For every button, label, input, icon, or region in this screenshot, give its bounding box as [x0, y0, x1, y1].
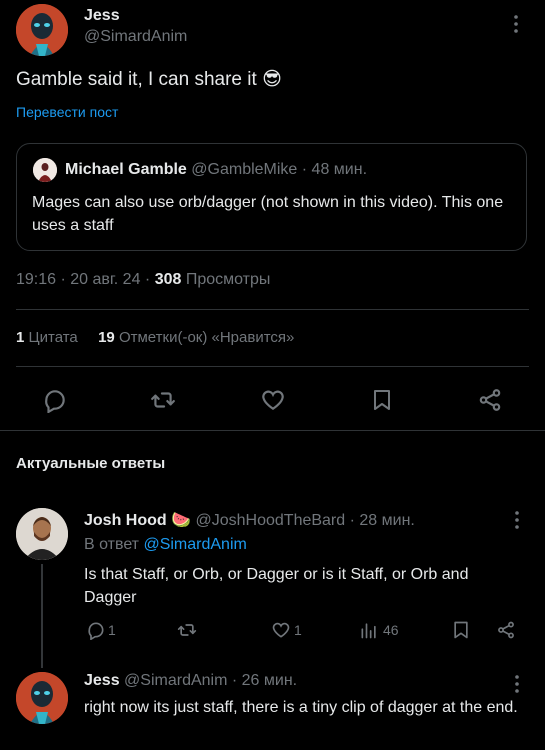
- reply-author-handle[interactable]: @JoshHoodTheBard: [196, 512, 346, 529]
- divider: [16, 366, 529, 367]
- quoted-post-header: Michael Gamble @GambleMike · 48 мин.: [65, 161, 367, 179]
- likes-label: Отметки(-ок) «Нравится»: [114, 329, 295, 346]
- avatar-jess[interactable]: [16, 4, 68, 56]
- views-chart-icon: [361, 623, 376, 639]
- views-count: 308: [154, 271, 182, 288]
- reply-icon: [88, 622, 104, 640]
- post-author-name[interactable]: Jess: [84, 7, 120, 25]
- reply-more-options-icon[interactable]: [513, 510, 521, 530]
- reply-time: · 28 мин.: [349, 512, 415, 529]
- reply-time: · 26 мин.: [231, 672, 298, 689]
- reply-header: Jess @SimardAnim · 26 мин.: [84, 672, 297, 690]
- repost-icon[interactable]: [149, 387, 177, 413]
- reply-more-options-icon[interactable]: [513, 674, 521, 694]
- replying-to: В ответ @SimardAnim: [84, 536, 247, 554]
- post-stats: 1 Цитата 19 Отметки(-ок) «Нравится»: [16, 329, 294, 346]
- relevant-replies-title: Актуальные ответы: [16, 455, 166, 472]
- replying-to-handle[interactable]: @SimardAnim: [143, 536, 246, 553]
- reply-likes-count: 1: [294, 622, 302, 638]
- thread-line: [41, 564, 43, 668]
- avatar-josh-hood[interactable]: [16, 508, 68, 560]
- share-icon: [498, 621, 514, 639]
- reply-author-name[interactable]: Josh Hood: [84, 512, 167, 529]
- quotes-stat[interactable]: 1 Цитата: [16, 329, 78, 346]
- quoted-author-handle[interactable]: @GambleMike: [191, 161, 297, 178]
- reply-header: Josh Hood 🍉 @JoshHoodTheBard · 28 мин.: [84, 510, 415, 530]
- reply-text: right now its just staff, there is a tin…: [84, 699, 518, 716]
- reply-views-count: 46: [383, 622, 399, 638]
- reply-action-like[interactable]: 1: [270, 620, 302, 640]
- reply-text: Is that Staff, or Orb, or Dagger or is i…: [84, 566, 469, 606]
- share-icon[interactable]: [477, 387, 503, 413]
- replying-to-label: В ответ: [84, 536, 144, 553]
- divider: [0, 430, 545, 431]
- quoted-time: · 48 мин.: [301, 161, 368, 178]
- like-icon[interactable]: [259, 387, 287, 413]
- translate-post-link[interactable]: Перевести пост: [16, 104, 118, 120]
- bookmark-icon[interactable]: [370, 387, 394, 413]
- avatar-jess[interactable]: [16, 672, 68, 724]
- reply-replies-count: 1: [108, 622, 116, 638]
- reply-action-share[interactable]: [496, 620, 516, 645]
- post-text-content: Gamble said it, I can share it: [16, 69, 257, 90]
- avatar-michael-gamble[interactable]: [33, 158, 57, 182]
- watermelon-emoji: 🍉: [171, 512, 192, 529]
- quoted-author-name[interactable]: Michael Gamble: [65, 161, 187, 178]
- views-label: Просмотры: [181, 271, 271, 288]
- likes-stat[interactable]: 19 Отметки(-ок) «Нравится»: [98, 329, 294, 346]
- reply-author-name[interactable]: Jess: [84, 672, 120, 689]
- post-text: Gamble said it, I can share it 😎: [16, 68, 282, 91]
- divider: [16, 309, 529, 310]
- bookmark-icon: [454, 621, 468, 639]
- likes-count: 19: [98, 329, 115, 346]
- post-meta: 19:16 · 20 авг. 24 · 308 Просмотры: [16, 271, 270, 289]
- reply-author-handle[interactable]: @SimardAnim: [124, 672, 227, 689]
- reply-action-reply[interactable]: 1: [86, 620, 116, 640]
- sunglasses-emoji: 😎: [262, 69, 282, 90]
- reply-action-views[interactable]: 46: [359, 620, 399, 640]
- reply-action-bookmark[interactable]: [451, 620, 471, 645]
- quotes-label: Цитата: [24, 329, 78, 346]
- reply-action-repost[interactable]: [176, 620, 198, 645]
- post-timestamp[interactable]: 19:16 · 20 авг. 24 ·: [16, 271, 155, 288]
- more-options-icon[interactable]: [512, 14, 520, 34]
- reply-icon[interactable]: [42, 387, 68, 413]
- quoted-post-text: Mages can also use orb/dagger (not shown…: [32, 194, 504, 234]
- repost-icon: [177, 624, 197, 636]
- post-author-handle[interactable]: @SimardAnim: [84, 28, 187, 46]
- like-icon: [272, 622, 290, 638]
